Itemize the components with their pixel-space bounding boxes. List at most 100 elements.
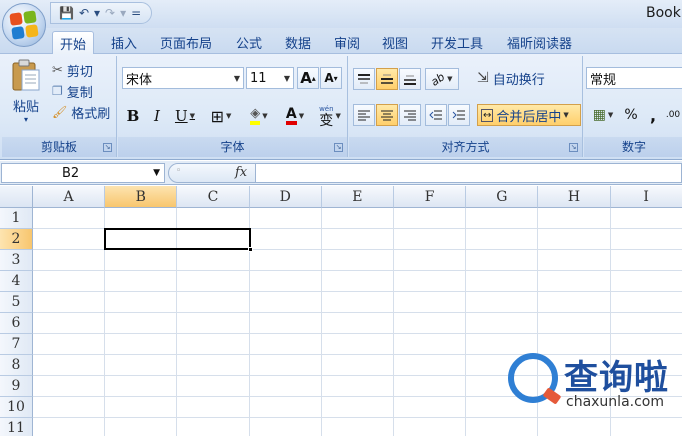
- row-header-1[interactable]: 1: [0, 208, 33, 229]
- align-bottom-icon: [404, 75, 416, 85]
- office-button[interactable]: [2, 3, 46, 47]
- align-right-button[interactable]: [399, 104, 421, 126]
- font-color-button[interactable]: A ▼: [278, 105, 312, 127]
- font-color-icon: A: [285, 107, 297, 125]
- paste-dropdown-icon[interactable]: ▾: [24, 115, 28, 124]
- wrap-text-icon: ⇲: [477, 70, 489, 86]
- column-gridline: [393, 208, 394, 436]
- column-gridline: [320, 208, 322, 436]
- underline-button[interactable]: U ▼: [170, 105, 200, 127]
- align-center-button[interactable]: [376, 104, 398, 126]
- name-box-dropdown-icon[interactable]: ▼: [153, 168, 160, 178]
- save-icon[interactable]: 💾: [57, 4, 76, 22]
- row-header-10[interactable]: 10: [0, 397, 33, 418]
- row-header-3[interactable]: 3: [0, 250, 33, 271]
- customize-qat-icon[interactable]: =: [129, 4, 143, 22]
- align-middle-button[interactable]: [376, 68, 398, 90]
- tab-foxit-reader[interactable]: 福昕阅读器: [500, 31, 579, 54]
- accounting-icon: ▦: [592, 107, 606, 123]
- font-name-dropdown-icon: ▼: [233, 74, 240, 83]
- phonetic-guide-button[interactable]: wén 变 ▼: [314, 104, 346, 129]
- paste-button[interactable]: 粘贴 ▾: [6, 58, 46, 124]
- comma-style-button[interactable]: ,: [644, 104, 662, 126]
- tab-insert[interactable]: 插入: [104, 31, 144, 54]
- align-center-icon: [381, 110, 393, 121]
- tab-developer[interactable]: 开发工具: [424, 31, 490, 54]
- formula-controls: ◦ fx: [168, 163, 256, 183]
- shrink-font-button[interactable]: A ▾: [320, 67, 342, 89]
- column-header-g[interactable]: G: [466, 186, 539, 208]
- column-gridline: [465, 208, 467, 436]
- bold-button[interactable]: B: [122, 105, 144, 127]
- borders-button[interactable]: ⊞ ▼: [204, 105, 238, 127]
- orientation-button[interactable]: ab ▼: [425, 68, 459, 90]
- align-bottom-button[interactable]: [399, 68, 421, 90]
- insert-function-icon[interactable]: fx: [235, 165, 247, 180]
- tab-page-layout[interactable]: 页面布局: [153, 31, 219, 54]
- accounting-format-button[interactable]: ▦ ▼: [588, 104, 618, 126]
- undo-icon[interactable]: ↶: [77, 4, 91, 22]
- name-box[interactable]: B2 ▼: [1, 163, 165, 183]
- alignment-launcher-icon[interactable]: ↘: [569, 143, 578, 152]
- column-header-b[interactable]: B: [105, 186, 178, 208]
- row-header-5[interactable]: 5: [0, 292, 33, 313]
- font-size-select[interactable]: 11 ▼: [246, 67, 294, 89]
- increase-decimal-button[interactable]: .00: [664, 104, 682, 126]
- cut-button[interactable]: ✂ 剪切: [52, 60, 93, 80]
- format-painter-button[interactable]: 🖌 格式刷: [52, 102, 110, 122]
- formula-input[interactable]: [256, 163, 682, 183]
- row-header-8[interactable]: 8: [0, 355, 33, 376]
- clipboard-launcher-icon[interactable]: ↘: [103, 143, 112, 152]
- select-all-corner[interactable]: [0, 186, 33, 208]
- fill-handle[interactable]: [247, 247, 253, 252]
- tab-formulas[interactable]: 公式: [229, 31, 269, 54]
- decrease-indent-icon: [429, 110, 442, 120]
- row-header-7[interactable]: 7: [0, 334, 33, 355]
- undo-dropdown-icon[interactable]: ▾: [92, 4, 102, 22]
- row-header-2[interactable]: 2: [0, 229, 33, 250]
- italic-button[interactable]: I: [146, 105, 168, 127]
- copy-button[interactable]: ❐ 复制: [52, 81, 93, 101]
- font-launcher-icon[interactable]: ↘: [334, 143, 343, 152]
- row-header-9[interactable]: 9: [0, 376, 33, 397]
- increase-indent-button[interactable]: [448, 104, 470, 126]
- align-top-button[interactable]: [353, 68, 375, 90]
- paste-label: 粘贴: [12, 100, 39, 115]
- tab-data[interactable]: 数据: [278, 31, 318, 54]
- percent-style-button[interactable]: %: [620, 104, 642, 126]
- column-header-e[interactable]: E: [321, 186, 394, 208]
- column-header-a[interactable]: A: [33, 186, 106, 208]
- tab-view[interactable]: 视图: [375, 31, 415, 54]
- watermark-url: chaxunla.com: [566, 394, 664, 410]
- number-format-select[interactable]: 常规: [586, 67, 682, 89]
- align-left-button[interactable]: [353, 104, 375, 126]
- redo-dropdown-icon[interactable]: ▾: [118, 4, 128, 22]
- row-header-11[interactable]: 11: [0, 418, 33, 436]
- tab-review[interactable]: 审阅: [327, 31, 367, 54]
- shrink-font-icon: A: [324, 71, 334, 85]
- column-header-i[interactable]: I: [610, 186, 682, 208]
- column-header-c[interactable]: C: [177, 186, 250, 208]
- font-name-select[interactable]: 宋体 ▼: [122, 67, 244, 89]
- redo-icon[interactable]: ↷: [103, 4, 117, 22]
- align-top-icon: [358, 74, 370, 84]
- fill-color-button[interactable]: ◈ ▼: [242, 105, 276, 127]
- column-header-d[interactable]: D: [249, 186, 322, 208]
- title-bar: 💾 ↶ ▾ ↷ ▾ = Book: [0, 0, 682, 28]
- row-header-6[interactable]: 6: [0, 313, 33, 334]
- grow-font-button[interactable]: A ▴: [297, 67, 319, 89]
- cut-label: 剪切: [66, 64, 93, 80]
- column-header-h[interactable]: H: [538, 186, 611, 208]
- align-middle-icon: [381, 74, 393, 84]
- wrap-text-button[interactable]: ⇲ 自动换行: [477, 68, 545, 88]
- column-header-f[interactable]: F: [394, 186, 467, 208]
- decrease-indent-button[interactable]: [425, 104, 447, 126]
- row-header-4[interactable]: 4: [0, 271, 33, 292]
- merge-center-button[interactable]: ↔ 合并后居中 ▼: [477, 104, 581, 126]
- tab-home[interactable]: 开始: [52, 31, 95, 55]
- clipboard-group-label: 剪贴板: [2, 137, 116, 157]
- phonetic-icon: wén 变: [319, 104, 334, 129]
- expand-handle-icon[interactable]: ◦: [176, 166, 181, 176]
- selected-cell[interactable]: [104, 228, 253, 252]
- watermark-text: 查询啦: [564, 358, 669, 398]
